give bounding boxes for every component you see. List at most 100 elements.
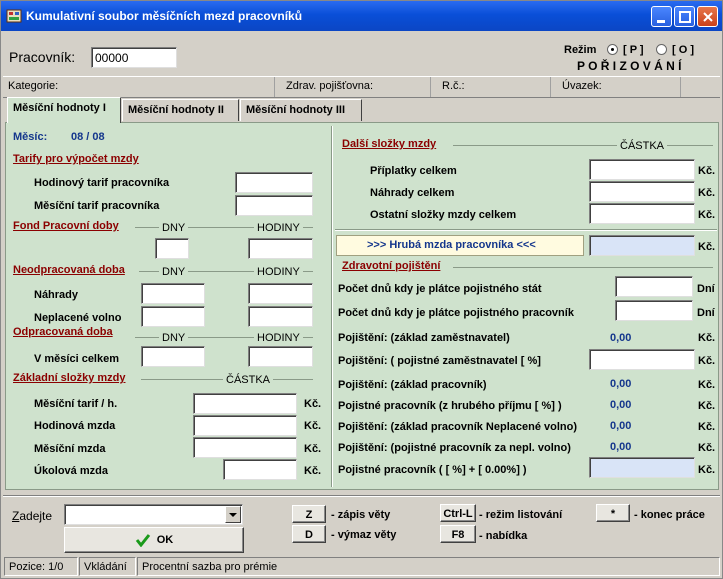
pocet-dnu-stat-label: Počet dnů kdy je plátce pojistného stát (338, 283, 542, 295)
rezim-p-radio[interactable] (607, 44, 618, 55)
hruba-separator (335, 229, 717, 231)
tab-mesicni-hodnoty-1[interactable]: Měsíční hodnoty I (7, 97, 121, 123)
kc-label: Kč. (698, 400, 716, 412)
info-bar: Kategorie: Zdrav. pojišťovna: R.č.: Úvaz… (3, 76, 720, 98)
hodinova-mzda-label: Hodinová mzda (34, 420, 116, 432)
neplacene-dny-input[interactable] (141, 306, 205, 327)
minimize-button[interactable] (651, 6, 672, 27)
ok-button[interactable]: OK (64, 527, 244, 553)
dni-label: Dní (697, 283, 715, 295)
zakladni-castka-header: ČÁSTKA (223, 374, 274, 386)
tab-mesicni-hodnoty-2[interactable]: Měsíční hodnoty II (122, 99, 239, 121)
checkmark-icon (135, 534, 151, 547)
dalsi-divider (453, 145, 713, 146)
close-button[interactable] (697, 6, 718, 27)
odpracovana-title: Odpracovaná doba (13, 326, 113, 338)
neodprac-dny-header: DNY (159, 266, 189, 278)
nahrady-celkem-input[interactable] (589, 181, 695, 202)
f8-desc: - nabídka (479, 530, 528, 542)
pocet-dnu-stat-input[interactable] (615, 276, 693, 297)
rezim-o-label: [ O ] (672, 44, 694, 56)
odprac-hodiny-header: HODINY (254, 332, 303, 344)
poj-pojistne-nepl-value: 0,00 (610, 441, 632, 453)
kc-label: Kč. (698, 421, 716, 433)
vymaz-key-button[interactable]: D (292, 525, 326, 543)
app-window: Kumulativní soubor měsíčních mezd pracov… (0, 0, 723, 579)
fond-hodiny-input[interactable] (248, 238, 313, 259)
neplacene-hodiny-input[interactable] (248, 306, 313, 327)
konec-key-button[interactable]: * (596, 504, 630, 522)
zapis-desc: - zápis věty (331, 509, 391, 521)
status-pozice: Pozice: 1/0 (4, 557, 78, 576)
hodinovy-tarif-input[interactable] (235, 172, 313, 193)
neodprac-hodiny-header: HODINY (254, 266, 303, 278)
app-icon (6, 9, 22, 23)
hodinova-mzda-input[interactable] (193, 415, 297, 436)
kc-label: Kč. (698, 165, 716, 177)
rezim-label: Režim (564, 44, 597, 56)
poj-zaklad-prac-value: 0,00 (610, 378, 632, 390)
pocet-dnu-pracovnik-input[interactable] (615, 300, 693, 321)
mesicni-mzda-input[interactable] (193, 437, 297, 458)
tab-mesicni-hodnoty-3[interactable]: Měsíční hodnoty III (240, 99, 362, 121)
poj-pojistne-nepl-label: Pojištění: (pojistné pracovník za nepl. … (338, 442, 571, 454)
zadejte-select[interactable] (64, 504, 243, 525)
rezim-o-radio[interactable] (656, 44, 667, 55)
tarify-title: Tarify pro výpočet mzdy (13, 153, 139, 165)
poj-pojistne-zam-input[interactable] (589, 349, 695, 370)
kc-label: Kč. (698, 187, 716, 199)
mesicni-tarif-h-input[interactable] (193, 393, 297, 414)
nahrady-hodiny-input[interactable] (248, 283, 313, 304)
poj-zaklad-zam-value: 0,00 (610, 332, 632, 344)
rezim-p-label: [ P ] (623, 44, 644, 56)
kc-label: Kč. (698, 379, 716, 391)
mesicni-mzda-label: Měsíční mzda (34, 443, 106, 455)
hruba-mzda-input[interactable] (589, 235, 695, 256)
pojistne-prac-label: Pojistné pracovník (z hrubého příjmu [ %… (338, 400, 562, 412)
dropdown-button[interactable] (225, 506, 241, 523)
f8-key-button[interactable]: F8 (440, 525, 476, 543)
pracovnik-input[interactable] (91, 47, 177, 68)
minimize-icon (657, 20, 665, 23)
ostatni-slozky-input[interactable] (589, 203, 695, 224)
title-bar[interactable]: Kumulativní soubor měsíčních mezd pracov… (1, 1, 722, 31)
mesicni-tarif-h-label: Měsíční tarif / h. (34, 398, 118, 410)
ok-label: OK (156, 534, 174, 546)
pojistne-prac-value: 0,00 (610, 399, 632, 411)
kc-label: Kč. (304, 465, 322, 477)
zadejte-text: adejte (19, 509, 53, 523)
ukolova-mzda-input[interactable] (223, 459, 297, 480)
mesicni-tarif-input[interactable] (235, 195, 313, 216)
priplatky-input[interactable] (589, 159, 695, 180)
priplatky-label: Příplatky celkem (370, 165, 457, 177)
nahrady-celkem-label: Náhrady celkem (370, 187, 455, 199)
poj-zaklad-prac-label: Pojištění: (základ pracovník) (338, 379, 487, 391)
maximize-button[interactable] (674, 6, 695, 27)
pocet-dnu-pracovnik-label: Počet dnů kdy je plátce pojistného praco… (338, 307, 574, 319)
kc-label: Kč. (698, 442, 716, 454)
nahrady-dny-input[interactable] (141, 283, 205, 304)
kc-label: Kč. (698, 464, 716, 476)
ctrl-l-key-button[interactable]: Ctrl-L (440, 504, 476, 522)
zapis-key-button[interactable]: Z (292, 505, 326, 523)
uvazek-cell: Úvazek: (557, 77, 681, 97)
kc-label: Kč. (698, 332, 716, 344)
zdravotni-pojisteni-title: Zdravotní pojištění (342, 260, 441, 272)
zdrav-divider (453, 267, 713, 268)
fond-dny-header: DNY (159, 222, 189, 234)
poj-pojistne-zam-label: Pojištění: ( pojistné zaměstnavatel [ %] (338, 355, 541, 367)
konec-desc: - konec práce (634, 509, 705, 521)
v-mesici-hodiny-input[interactable] (248, 346, 313, 367)
pojistne-total-input[interactable] (589, 457, 695, 478)
bottom-separator (3, 495, 720, 497)
zakladni-slozky-title: Základní složky mzdy (13, 372, 126, 384)
v-mesici-dny-input[interactable] (141, 346, 205, 367)
nahrady-label: Náhrady (34, 289, 79, 301)
ctrl-l-desc: - režim listování (479, 509, 563, 521)
mesic-value: 08 / 08 (71, 131, 105, 143)
pracovnik-label: Pracovník: (9, 49, 76, 65)
poj-zaklad-zam-label: Pojištění: (základ zaměstnavatel) (338, 332, 510, 344)
kc-label: Kč. (698, 241, 716, 253)
fond-dny-input[interactable] (155, 238, 189, 259)
status-vkladani: Vkládání (79, 557, 136, 576)
